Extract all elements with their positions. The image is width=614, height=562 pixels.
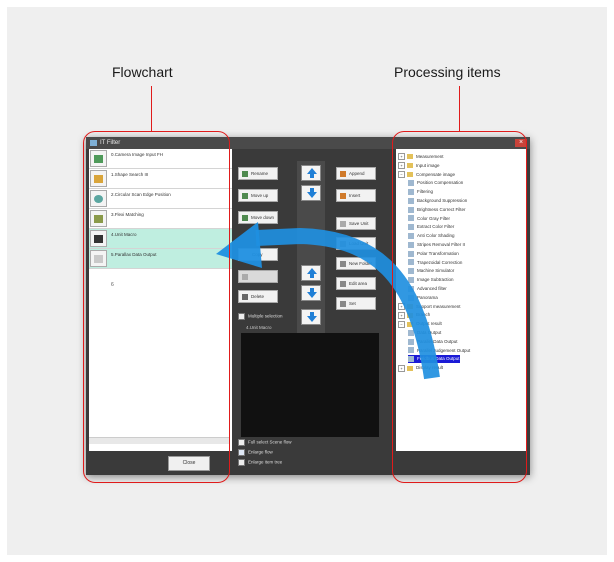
flowchart-highlight	[83, 131, 230, 483]
processing-items-highlight	[392, 131, 527, 483]
